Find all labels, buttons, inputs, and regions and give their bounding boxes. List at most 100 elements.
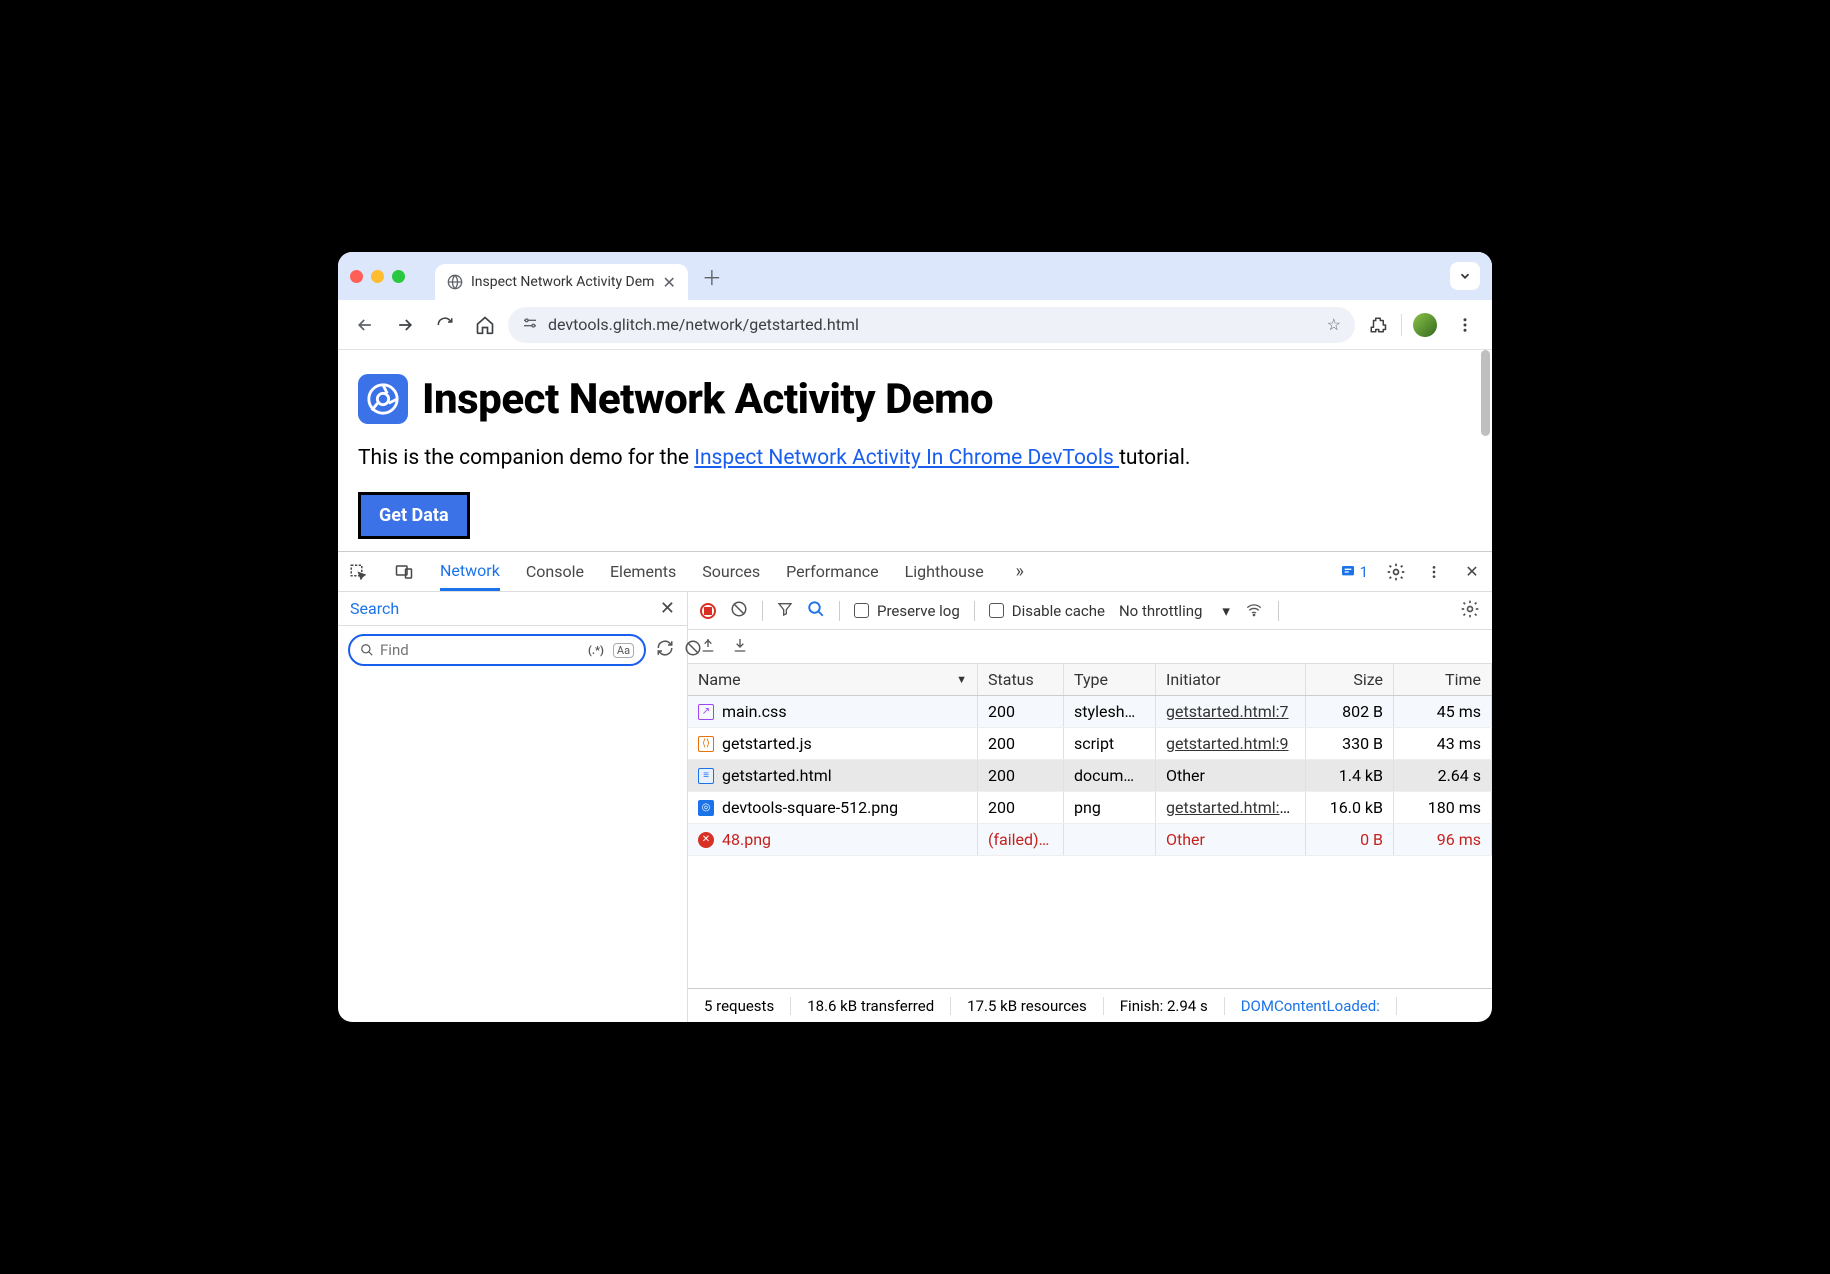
cell-initiator[interactable]: Other bbox=[1156, 824, 1306, 855]
cell-initiator[interactable]: getstarted.html:9 bbox=[1156, 728, 1306, 759]
file-js-icon: ⟨⟩ bbox=[698, 736, 714, 752]
cell-initiator[interactable]: getstarted.html:7 bbox=[1156, 696, 1306, 727]
search-close-icon[interactable]: ✕ bbox=[660, 598, 675, 619]
devtools-body: Search ✕ (.*) Aa bbox=[338, 592, 1492, 1022]
tab-sources[interactable]: Sources bbox=[702, 554, 760, 589]
back-button[interactable] bbox=[348, 308, 382, 342]
tabs-dropdown-button[interactable] bbox=[1450, 262, 1480, 290]
cell-size: 802 B bbox=[1306, 696, 1394, 727]
forward-button[interactable] bbox=[388, 308, 422, 342]
divider bbox=[974, 601, 975, 621]
export-har-icon[interactable] bbox=[700, 637, 716, 657]
tab-strip: Inspect Network Activity Dem ✕ ＋ bbox=[338, 252, 1492, 300]
import-har-icon[interactable] bbox=[732, 637, 748, 657]
tab-network[interactable]: Network bbox=[440, 553, 500, 591]
col-initiator[interactable]: Initiator bbox=[1156, 664, 1306, 695]
network-toolbar: Preserve log Disable cache No throttling… bbox=[688, 592, 1492, 630]
search-input-box[interactable]: (.*) Aa bbox=[348, 634, 646, 666]
more-tabs-icon[interactable]: » bbox=[1010, 561, 1030, 582]
col-time[interactable]: Time bbox=[1394, 664, 1492, 695]
cell-initiator[interactable]: getstarted.html:10 bbox=[1156, 792, 1306, 823]
network-settings-icon[interactable] bbox=[1460, 599, 1480, 623]
cell-time: 96 ms bbox=[1394, 824, 1492, 855]
app-icon bbox=[358, 374, 408, 424]
search-input[interactable] bbox=[380, 641, 579, 659]
clear-log-icon[interactable] bbox=[730, 600, 748, 622]
settings-gear-icon[interactable] bbox=[1386, 562, 1406, 582]
regex-toggle[interactable]: (.*) bbox=[585, 644, 607, 657]
network-pane: Preserve log Disable cache No throttling… bbox=[688, 592, 1492, 1022]
cell-status: 200 bbox=[978, 760, 1064, 791]
tab-elements[interactable]: Elements bbox=[610, 554, 676, 589]
device-toolbar-icon[interactable] bbox=[394, 563, 414, 581]
table-row[interactable]: ✕48.png(failed)…Other0 B96 ms bbox=[688, 824, 1492, 856]
intro-text: This is the companion demo for the Inspe… bbox=[358, 446, 1472, 470]
reload-button[interactable] bbox=[428, 308, 462, 342]
search-network-icon[interactable] bbox=[807, 600, 825, 622]
devtools-menu-icon[interactable] bbox=[1424, 564, 1444, 580]
cell-status: 200 bbox=[978, 728, 1064, 759]
col-size[interactable]: Size bbox=[1306, 664, 1394, 695]
extensions-button[interactable] bbox=[1361, 308, 1395, 342]
file-name: devtools-square-512.png bbox=[722, 798, 898, 817]
network-conditions-icon[interactable] bbox=[1244, 601, 1264, 621]
divider bbox=[1278, 601, 1279, 621]
table-row[interactable]: ⟨⟩ getstarted.js 200scriptgetstarted.html:… bbox=[688, 728, 1492, 760]
tab-console[interactable]: Console bbox=[526, 554, 584, 589]
divider bbox=[762, 601, 763, 621]
issues-badge[interactable]: 1 bbox=[1340, 563, 1368, 581]
new-tab-button[interactable]: ＋ bbox=[702, 262, 722, 291]
cell-type: script bbox=[1064, 728, 1156, 759]
disable-cache-checkbox[interactable]: Disable cache bbox=[989, 602, 1105, 620]
window-maximize[interactable] bbox=[392, 270, 405, 283]
scrollbar-thumb[interactable] bbox=[1481, 350, 1490, 436]
refresh-search-icon[interactable] bbox=[656, 639, 674, 661]
inspect-element-icon[interactable] bbox=[348, 563, 368, 581]
table-row[interactable]: ≡getstarted.html200docum…Other1.4 kB2.64… bbox=[688, 760, 1492, 792]
table-row[interactable]: ↗main.css200stylesh…getstarted.html:7802… bbox=[688, 696, 1492, 728]
table-header: Name▼ Status Type Initiator Size Time bbox=[688, 664, 1492, 696]
cell-size: 16.0 kB bbox=[1306, 792, 1394, 823]
filter-icon[interactable] bbox=[777, 601, 793, 621]
tab-close-icon[interactable]: ✕ bbox=[662, 273, 675, 292]
devtools-close-icon[interactable]: ✕ bbox=[1462, 562, 1482, 581]
site-settings-icon[interactable] bbox=[522, 315, 538, 335]
tab-performance[interactable]: Performance bbox=[786, 554, 879, 589]
browser-tab[interactable]: Inspect Network Activity Dem ✕ bbox=[435, 264, 688, 300]
address-bar[interactable]: devtools.glitch.me/network/getstarted.ht… bbox=[508, 307, 1355, 343]
cell-size: 330 B bbox=[1306, 728, 1394, 759]
traffic-lights bbox=[350, 270, 405, 283]
record-button[interactable] bbox=[700, 603, 716, 619]
devtools-panel: Network Console Elements Sources Perform… bbox=[338, 551, 1492, 1022]
cell-status: (failed)… bbox=[978, 824, 1064, 855]
cell-status: 200 bbox=[978, 696, 1064, 727]
table-row[interactable]: ◎devtools-square-512.png200pnggetstarted… bbox=[688, 792, 1492, 824]
window-minimize[interactable] bbox=[371, 270, 384, 283]
tab-lighthouse[interactable]: Lighthouse bbox=[905, 554, 984, 589]
file-img-icon: ◎ bbox=[698, 800, 714, 816]
network-summary: 5 requests 18.6 kB transferred 17.5 kB r… bbox=[688, 988, 1492, 1022]
search-tab-label[interactable]: Search bbox=[350, 599, 399, 618]
bookmark-star-icon[interactable]: ☆ bbox=[1327, 315, 1341, 334]
browser-menu-button[interactable] bbox=[1448, 308, 1482, 342]
preserve-log-checkbox[interactable]: Preserve log bbox=[854, 602, 960, 620]
tutorial-link[interactable]: Inspect Network Activity In Chrome DevTo… bbox=[694, 446, 1119, 470]
cell-status: 200 bbox=[978, 792, 1064, 823]
home-button[interactable] bbox=[468, 308, 502, 342]
col-name[interactable]: Name▼ bbox=[688, 664, 978, 695]
cell-initiator[interactable]: Other bbox=[1156, 760, 1306, 791]
file-name: getstarted.js bbox=[722, 734, 812, 753]
summary-transferred: 18.6 kB transferred bbox=[791, 997, 951, 1015]
cell-size: 1.4 kB bbox=[1306, 760, 1394, 791]
case-toggle[interactable]: Aa bbox=[613, 643, 634, 658]
window-close[interactable] bbox=[350, 270, 363, 283]
file-css-icon: ↗ bbox=[698, 704, 714, 720]
profile-avatar[interactable] bbox=[1408, 308, 1442, 342]
throttling-select[interactable]: No throttling▾ bbox=[1119, 602, 1230, 620]
get-data-button[interactable]: Get Data bbox=[358, 492, 470, 539]
col-type[interactable]: Type bbox=[1064, 664, 1156, 695]
col-status[interactable]: Status bbox=[978, 664, 1064, 695]
file-err-icon: ✕ bbox=[698, 832, 714, 848]
tab-title: Inspect Network Activity Dem bbox=[471, 274, 654, 290]
file-doc-icon: ≡ bbox=[698, 768, 714, 784]
